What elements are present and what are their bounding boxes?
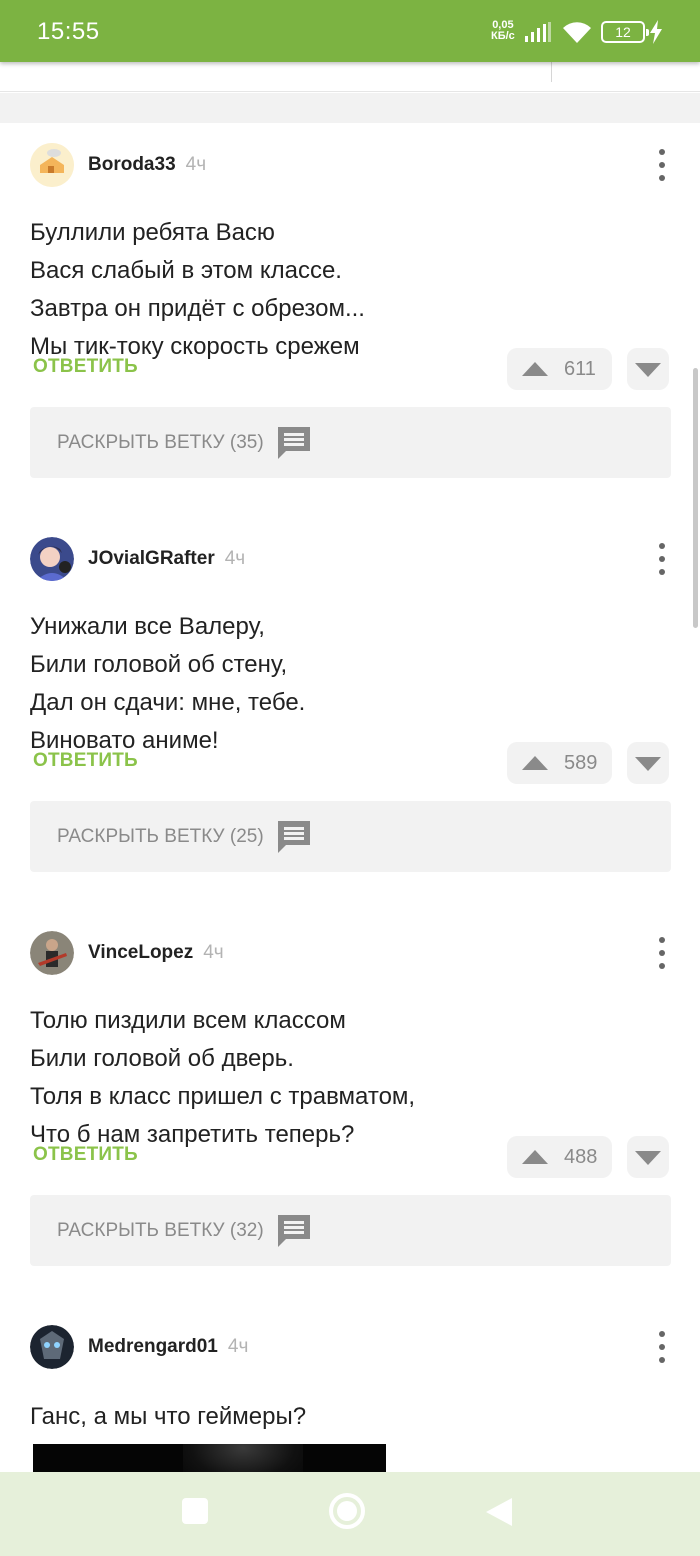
- arrow-down-icon: [635, 757, 661, 771]
- network-speed: 0,05 КБ/с: [491, 20, 515, 42]
- rating-count: 611: [564, 358, 596, 380]
- downvote-button[interactable]: [627, 1136, 669, 1178]
- author-name[interactable]: VinceLopez: [88, 942, 193, 964]
- comment-line: Унижали все Валеру,: [30, 613, 265, 640]
- divider: [551, 62, 552, 82]
- scrollbar[interactable]: [693, 368, 698, 628]
- comment-text: Буллили ребята Васю Вася слабый в этом к…: [30, 214, 650, 366]
- cheese-house-icon: [30, 143, 74, 187]
- expand-thread-label: РАСКРЫТЬ ВЕТКУ (32): [57, 1220, 264, 1241]
- home-button[interactable]: [329, 1493, 365, 1529]
- battery-level: 12: [615, 24, 631, 40]
- rating-count: 488: [564, 1146, 598, 1168]
- avatar[interactable]: [30, 1325, 74, 1369]
- comment-line: Били головой об стену,: [30, 651, 288, 678]
- comment-line: Ганс, а мы что геймеры?: [30, 1403, 307, 1430]
- comment-time: 4ч: [227, 1336, 249, 1357]
- signal-icon: [525, 22, 551, 42]
- comment-line: Завтра он придёт с обрезом...: [30, 295, 365, 322]
- comment-text: Ганс, а мы что геймеры?: [30, 1398, 650, 1436]
- more-options-icon[interactable]: [652, 149, 672, 181]
- comment-line: Толю пиздили всем классом: [30, 1007, 346, 1034]
- downvote-button[interactable]: [627, 742, 669, 784]
- comment-header: Boroda33 4ч: [30, 143, 206, 187]
- comment-time: 4ч: [224, 548, 246, 569]
- more-options-icon[interactable]: [652, 543, 672, 575]
- arrow-down-icon: [635, 1151, 661, 1165]
- more-options-icon[interactable]: [652, 1331, 672, 1363]
- system-nav-bar: [0, 1472, 700, 1556]
- section-separator: [0, 93, 700, 123]
- expand-thread-button[interactable]: РАСКРЫТЬ ВЕТКУ (32): [30, 1195, 671, 1266]
- expand-thread-button[interactable]: РАСКРЫТЬ ВЕТКУ (35): [30, 407, 671, 478]
- comment-line: Дал он сдачи: мне, тебе.: [30, 689, 306, 716]
- comment-line: Толя в класс пришел с травматом,: [30, 1083, 416, 1110]
- comment-header: Medrengard01 4ч: [30, 1325, 248, 1369]
- comment-bubble-icon: [278, 427, 310, 459]
- wifi-icon: [563, 22, 591, 43]
- back-button[interactable]: [484, 1496, 514, 1528]
- comment-header: VinceLopez 4ч: [30, 931, 224, 975]
- expand-thread-label: РАСКРЫТЬ ВЕТКУ (25): [57, 826, 264, 847]
- charging-icon: [650, 20, 662, 44]
- comment-bubble-icon: [278, 1215, 310, 1247]
- comment-text: Унижали все Валеру, Били головой об стен…: [30, 608, 650, 760]
- arrow-up-icon: [522, 362, 548, 376]
- comment-time: 4ч: [203, 942, 224, 963]
- downvote-button[interactable]: [627, 348, 669, 390]
- author-name[interactable]: JOvialGRafter: [88, 548, 215, 570]
- arrow-up-icon: [522, 756, 548, 770]
- arrow-down-icon: [635, 363, 661, 377]
- arrow-up-icon: [522, 1150, 548, 1164]
- status-bar: 15:55 0,05 КБ/с 12: [0, 0, 700, 62]
- comment-line: Били головой об дверь.: [30, 1045, 294, 1072]
- reply-button[interactable]: ОТВЕТИТЬ: [33, 356, 138, 378]
- upvote-button[interactable]: 488: [507, 1136, 612, 1178]
- reply-button[interactable]: ОТВЕТИТЬ: [33, 1144, 138, 1166]
- comment-time: 4ч: [185, 154, 207, 175]
- comment-line: Вася слабый в этом классе.: [30, 257, 342, 284]
- comment-header: JOvialGRafter 4ч: [30, 537, 245, 581]
- robot-icon: [30, 1325, 74, 1369]
- reply-button[interactable]: ОТВЕТИТЬ: [33, 750, 138, 772]
- avatar[interactable]: [30, 143, 74, 187]
- previous-item-bottom: [0, 62, 700, 92]
- avatar[interactable]: [30, 537, 74, 581]
- anime-character-icon: [30, 537, 74, 581]
- upvote-button[interactable]: 611: [507, 348, 612, 390]
- expand-thread-label: РАСКРЫТЬ ВЕТКУ (35): [57, 432, 264, 453]
- more-options-icon[interactable]: [652, 937, 672, 969]
- upvote-button[interactable]: 589: [507, 742, 612, 784]
- comment-line: Буллили ребята Васю: [30, 219, 275, 246]
- status-time: 15:55: [37, 18, 100, 45]
- comment-text: Толю пиздили всем классом Били головой о…: [30, 1002, 650, 1154]
- comment-bubble-icon: [278, 821, 310, 853]
- author-name[interactable]: Medrengard01: [88, 1336, 218, 1358]
- recent-apps-button[interactable]: [182, 1498, 208, 1524]
- guitarist-icon: [30, 931, 74, 975]
- battery-icon: 12: [601, 21, 649, 43]
- rating-count: 589: [564, 752, 598, 774]
- avatar[interactable]: [30, 931, 74, 975]
- author-name[interactable]: Boroda33: [88, 154, 176, 176]
- network-speed-unit: КБ/с: [491, 30, 515, 42]
- expand-thread-button[interactable]: РАСКРЫТЬ ВЕТКУ (25): [30, 801, 671, 872]
